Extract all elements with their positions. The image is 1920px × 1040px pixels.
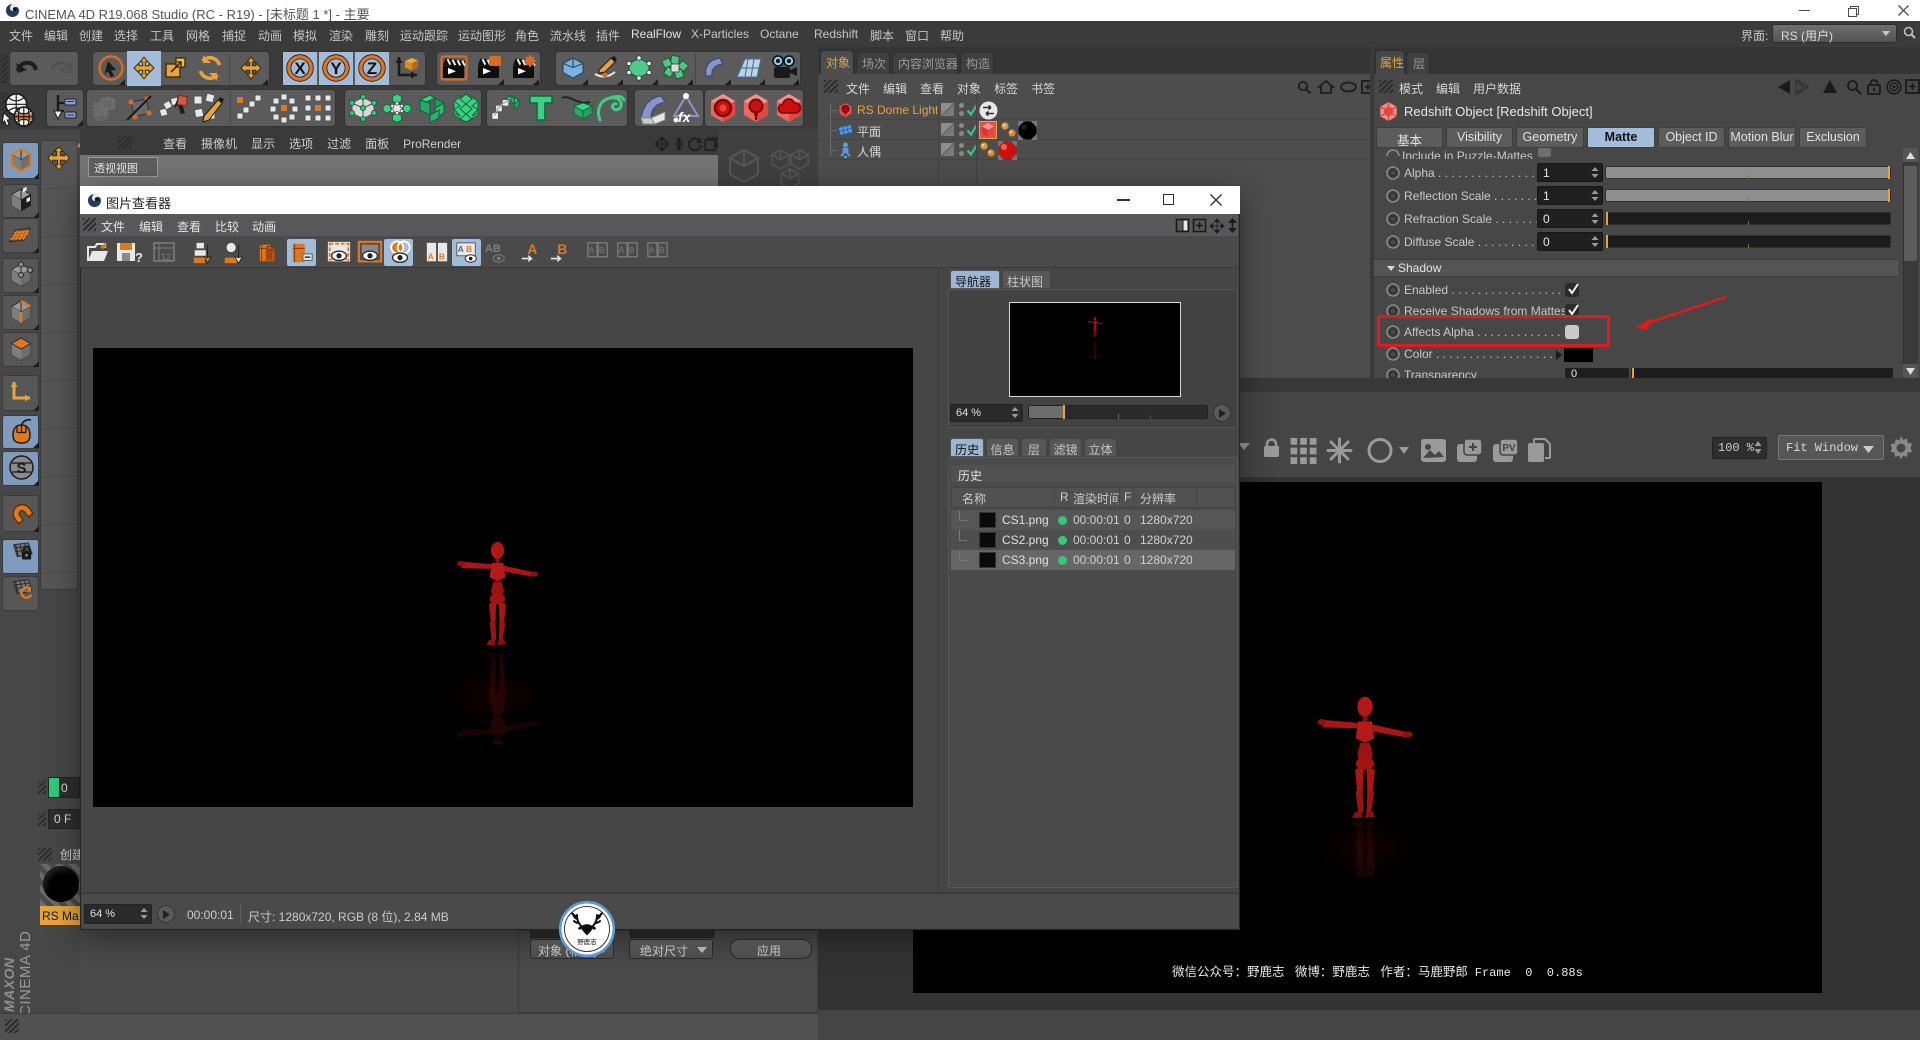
svg-text:B: B (439, 251, 445, 261)
svg-text:PV: PV (1502, 443, 1516, 454)
svg-text:AB: AB (485, 243, 501, 255)
svg-text:B: B (557, 241, 567, 257)
svg-text:Y: Y (330, 59, 342, 78)
svg-text:X: X (294, 59, 306, 78)
svg-text:B: B (466, 244, 472, 254)
svg-text:Z: Z (367, 59, 377, 78)
svg-text:12: 12 (161, 252, 171, 262)
svg-text:B: B (599, 245, 605, 255)
svg-text:B: B (629, 245, 635, 255)
svg-text:fx: fx (678, 109, 692, 125)
svg-text:A: A (619, 245, 625, 255)
svg-text:A: A (589, 245, 595, 255)
svg-text:A: A (458, 244, 464, 254)
svg-text:S: S (16, 460, 26, 477)
svg-text:A: A (649, 245, 655, 255)
svg-text:A: A (527, 241, 537, 257)
svg-text:A: A (428, 251, 434, 261)
svg-text:野鹿志: 野鹿志 (577, 937, 597, 946)
svg-text:B: B (659, 245, 665, 255)
svg-text:?: ? (135, 250, 143, 265)
